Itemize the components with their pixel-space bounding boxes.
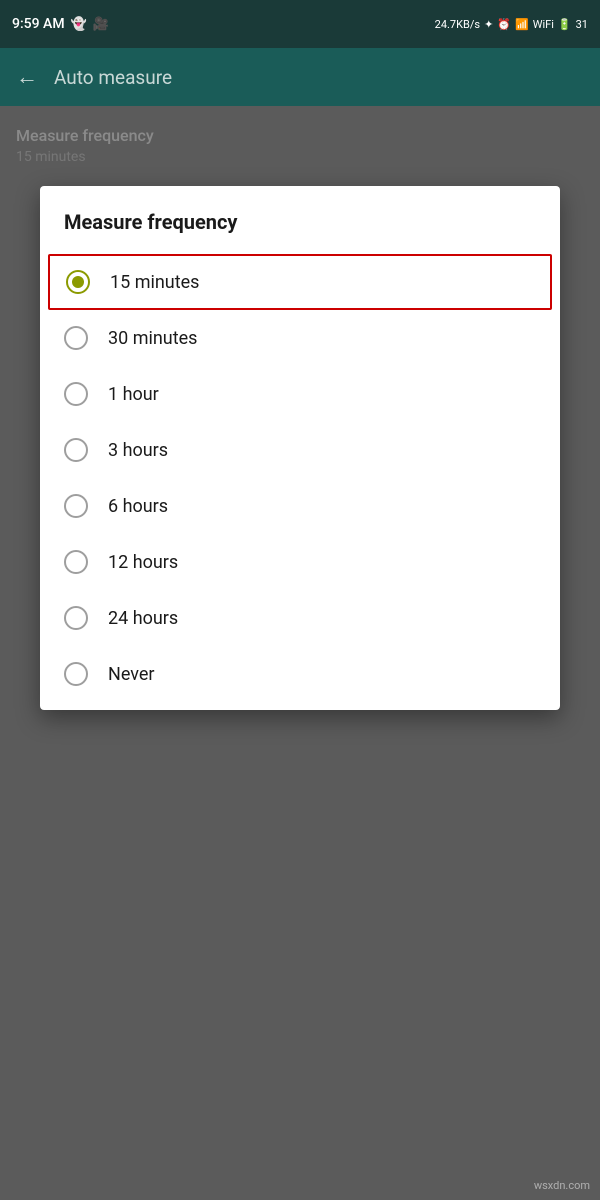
radio-label-opt-3hr: 3 hours — [108, 440, 168, 461]
snapchat-icon: 👻 — [71, 17, 87, 32]
status-left: 9:59 AM 👻 🎥 — [12, 16, 109, 32]
wifi-icon: WiFi — [533, 18, 554, 31]
radio-circle-opt-3hr — [64, 438, 88, 462]
radio-option-opt-30min[interactable]: 30 minutes — [40, 310, 560, 366]
radio-circle-opt-1hr — [64, 382, 88, 406]
radio-option-opt-3hr[interactable]: 3 hours — [40, 422, 560, 478]
battery-icon: 🔋 — [558, 18, 572, 31]
alarm-icon: ⏰ — [497, 18, 511, 31]
radio-option-opt-never[interactable]: Never — [40, 646, 560, 702]
radio-circle-opt-never — [64, 662, 88, 686]
battery-level: 31 — [576, 18, 588, 31]
status-right: 24.7KB/s ✦ ⏰ 📶 WiFi 🔋 31 — [435, 18, 588, 31]
radio-option-opt-24hr[interactable]: 24 hours — [40, 590, 560, 646]
radio-circle-opt-6hr — [64, 494, 88, 518]
radio-option-opt-1hr[interactable]: 1 hour — [40, 366, 560, 422]
radio-label-opt-never: Never — [108, 664, 155, 685]
radio-option-opt-12hr[interactable]: 12 hours — [40, 534, 560, 590]
radio-circle-opt-15min — [66, 270, 90, 294]
radio-label-opt-1hr: 1 hour — [108, 384, 159, 405]
radio-label-opt-24hr: 24 hours — [108, 608, 178, 629]
radio-label-opt-6hr: 6 hours — [108, 496, 168, 517]
radio-circle-opt-30min — [64, 326, 88, 350]
watermark: wsxdn.com — [534, 1179, 590, 1192]
back-button[interactable]: ← — [16, 64, 38, 90]
radio-label-opt-12hr: 12 hours — [108, 552, 178, 573]
radio-circle-opt-12hr — [64, 550, 88, 574]
camera-icon: 🎥 — [93, 17, 109, 32]
frequency-dialog: Measure frequency 15 minutes 30 minutes 1 … — [40, 186, 560, 710]
app-bar-title: Auto measure — [54, 66, 172, 89]
options-container: 15 minutes 30 minutes 1 hour 3 hours 6 hours… — [40, 254, 560, 702]
app-bar: ← Auto measure — [0, 48, 600, 106]
radio-circle-opt-24hr — [64, 606, 88, 630]
bluetooth-icon: ✦ — [484, 18, 493, 31]
radio-option-opt-6hr[interactable]: 6 hours — [40, 478, 560, 534]
status-time: 9:59 AM — [12, 16, 65, 32]
status-bar: 9:59 AM 👻 🎥 24.7KB/s ✦ ⏰ 📶 WiFi 🔋 31 — [0, 0, 600, 48]
radio-option-opt-15min[interactable]: 15 minutes — [48, 254, 552, 310]
radio-label-opt-15min: 15 minutes — [110, 272, 199, 293]
dialog-overlay: Measure frequency 15 minutes 30 minutes 1 … — [0, 106, 600, 1200]
network-speed: 24.7KB/s — [435, 18, 480, 31]
dialog-title: Measure frequency — [40, 210, 560, 254]
radio-label-opt-30min: 30 minutes — [108, 328, 197, 349]
signal-icon: 📶 — [515, 18, 529, 31]
